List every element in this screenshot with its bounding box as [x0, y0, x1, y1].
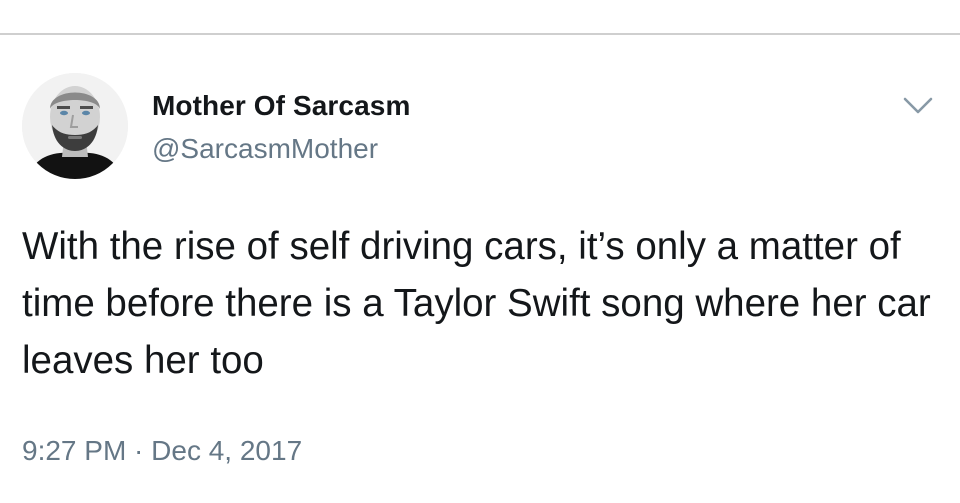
chevron-down-icon: [903, 97, 933, 114]
tweet-menu-button[interactable]: [898, 91, 938, 121]
author-handle[interactable]: @SarcasmMother: [152, 133, 378, 165]
tweet-timestamp[interactable]: 9:27 PM · Dec 4, 2017: [22, 435, 302, 467]
avatar[interactable]: [22, 73, 128, 179]
tweet-text: With the rise of self driving cars, it’s…: [22, 225, 931, 382]
tweet-card: Mother Of Sarcasm @SarcasmMother With th…: [0, 35, 960, 503]
author-display-name[interactable]: Mother Of Sarcasm: [152, 90, 410, 122]
avatar-photo-icon: [22, 73, 128, 179]
